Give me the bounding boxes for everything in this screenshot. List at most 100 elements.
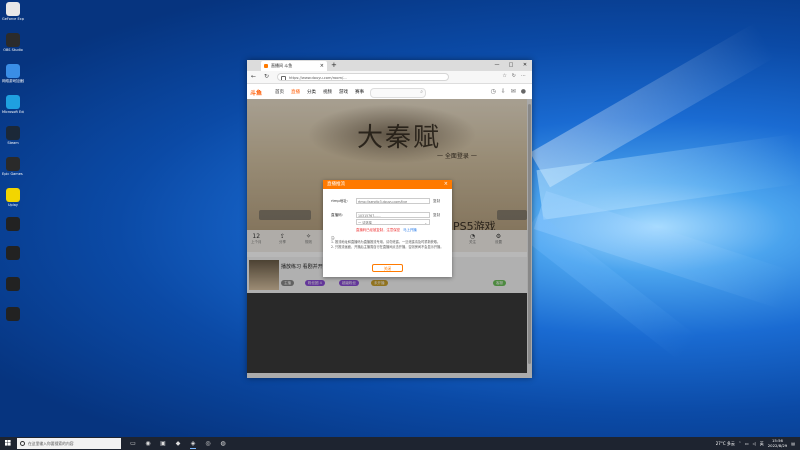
site-favicon-icon xyxy=(264,64,268,68)
desktop-icon-label: Uplay xyxy=(8,203,18,207)
nav-item-esports[interactable]: 赛事 xyxy=(355,89,364,95)
copy-rtmp-button[interactable]: 复制 xyxy=(433,199,440,204)
more-menu-icon[interactable]: ⋯ xyxy=(521,73,526,79)
start-button[interactable] xyxy=(5,440,11,446)
chevron-down-icon: ⌄ xyxy=(424,221,427,225)
close-icon[interactable]: × xyxy=(444,180,448,189)
window-controls: — □ ✕ xyxy=(490,60,532,71)
app-icon-1[interactable]: GeForce Experience xyxy=(2,2,24,21)
app-icon-5[interactable]: Steam xyxy=(2,126,24,145)
message-icon[interactable]: ✉ xyxy=(511,88,516,95)
tray-chevron-icon[interactable]: ˄ xyxy=(739,441,741,446)
warning-message: 直播码已经被复制，注意保密 马上开播 xyxy=(356,227,417,232)
site-nav-menu: 首页 直播 分类 视频 游戏 赛事 xyxy=(275,89,364,95)
taskbar-apps: ▭ ◉ ▣ ◆ ◈ ◎ ◍ xyxy=(128,439,228,449)
steam-icon[interactable]: ◆ xyxy=(173,439,183,448)
app-icon-2[interactable]: OBS Studio xyxy=(2,33,24,52)
nav-item-live[interactable]: 直播 xyxy=(291,89,300,95)
new-tab-button[interactable]: + xyxy=(331,60,337,71)
clock[interactable]: 15:56 2022/8/29 xyxy=(767,438,788,448)
taskbar-search-input[interactable]: 在这里输入你要搜索的内容 xyxy=(17,438,121,449)
app-icon-7[interactable]: Uplay xyxy=(2,188,24,207)
app-icon-glyph-icon xyxy=(6,33,20,47)
app-icon-6[interactable]: Epic Games Launcher xyxy=(2,157,24,176)
taskbar-search-placeholder: 在这里输入你要搜索的内容 xyxy=(28,441,74,446)
dialog-header: 直播推流 × xyxy=(323,180,452,189)
copy-key-button[interactable]: 复制 xyxy=(433,213,440,218)
lock-icon xyxy=(281,76,286,80)
stream-key-field[interactable]: 10315767…… xyxy=(356,212,430,218)
system-tray: 27°C 多云 ˄ ▭ ◁ 英 15:56 2022/8/29 ▤ xyxy=(716,437,795,450)
refresh-icon[interactable]: ↻ xyxy=(264,73,269,80)
close-dialog-button[interactable]: 关闭 xyxy=(372,264,403,272)
desktop-icon-label: Epic Games Launcher xyxy=(2,172,24,176)
notification-icon[interactable]: ▤ xyxy=(791,441,795,446)
clock-date: 2022/8/29 xyxy=(767,442,788,448)
rtmp-address-field[interactable]: rtmp://sendtc3.douyu.com/live xyxy=(356,198,430,204)
app-icon-glyph-icon xyxy=(6,157,20,171)
dialog-notes: 注: 1. 推流地址和直播码为直播推流专用，请勿泄露，一旦泄露请及时重新获取。 … xyxy=(331,236,446,249)
warning-link[interactable]: 马上开播 xyxy=(403,228,417,232)
tab-bar: 直播间 斗鱼 × + — □ ✕ xyxy=(247,60,532,71)
download-icon[interactable]: ⇩ xyxy=(501,88,506,95)
minimize-button[interactable]: — xyxy=(490,60,504,71)
file-icon-2[interactable] xyxy=(2,246,24,261)
taskbar: 在这里输入你要搜索的内容 ▭ ◉ ▣ ◆ ◈ ◎ ◍ 27°C 多云 ˄ ▭ ◁… xyxy=(0,437,800,450)
back-arrow-icon[interactable]: ← xyxy=(251,73,256,80)
file-icon-3[interactable] xyxy=(2,277,24,292)
file-icon-glyph-icon xyxy=(6,217,20,231)
stream-select[interactable]: 一 请选择 ⌄ xyxy=(356,219,430,225)
nav-item-video[interactable]: 视频 xyxy=(323,89,332,95)
avatar[interactable]: ● xyxy=(521,88,526,95)
obs-icon[interactable]: ◉ xyxy=(143,439,153,448)
site-logo[interactable]: 斗鱼 xyxy=(250,88,262,97)
user-toolbar: ◷ ⇩ ✉ ● xyxy=(490,88,526,95)
browser-toolbar: ☆ ↻ ⋯ xyxy=(502,73,526,79)
sync-icon[interactable]: ↻ xyxy=(512,73,516,79)
search-icon xyxy=(20,441,25,446)
favorite-star-icon[interactable]: ☆ xyxy=(502,73,506,79)
address-bar-row: ← ↻ https://www.douyu.com/room/... ☆ ↻ ⋯ xyxy=(247,71,532,84)
app-icon-3[interactable]: 网络游戏加速器 xyxy=(2,64,24,83)
close-window-button[interactable]: ✕ xyxy=(518,60,532,71)
nav-item-category[interactable]: 分类 xyxy=(307,89,316,95)
nav-item-home[interactable]: 首页 xyxy=(275,89,284,95)
close-tab-icon[interactable]: × xyxy=(320,61,324,71)
file-icon-glyph-icon xyxy=(6,246,20,260)
stream-select-value: 一 请选择 xyxy=(358,221,372,225)
app-icon-glyph-icon xyxy=(6,95,20,109)
url-input[interactable]: https://www.douyu.com/room/... xyxy=(277,73,449,81)
app-icon-4[interactable]: Microsoft Edge xyxy=(2,95,24,114)
uplay-icon[interactable]: ◍ xyxy=(218,439,228,448)
edge-icon[interactable]: ◈ xyxy=(188,439,198,449)
dialog-title: 直播推流 xyxy=(327,182,345,187)
app-icon-glyph-icon xyxy=(6,2,20,16)
tab-title: 直播间 斗鱼 xyxy=(271,63,293,68)
file-icon-glyph-icon xyxy=(6,307,20,321)
rtmp-label: rtmp地址: xyxy=(331,199,349,203)
browser-tab[interactable]: 直播间 斗鱼 × xyxy=(261,61,327,71)
stream-push-dialog: 直播推流 × rtmp地址: rtmp://sendtc3.douyu.com/… xyxy=(323,180,452,277)
maximize-button[interactable]: □ xyxy=(504,60,518,71)
desktop-icon-label: OBS Studio xyxy=(3,48,23,52)
file-explorer-icon[interactable]: ▣ xyxy=(158,439,168,448)
file-icon-1[interactable] xyxy=(2,217,24,232)
desktop-icon-label: GeForce Experience xyxy=(2,17,24,21)
desktop-icon-label: Steam xyxy=(7,141,19,145)
site-search-input[interactable]: ⌕ xyxy=(370,88,426,98)
network-icon[interactable]: ▭ xyxy=(745,441,749,446)
nav-item-game[interactable]: 游戏 xyxy=(339,89,348,95)
note-item: 2. 只推流画面，开播后主播需自行在直播间点击开播，否则房间不会显示开播。 xyxy=(331,244,444,249)
stream-key-label: 直播码: xyxy=(331,213,343,217)
input-method[interactable]: 英 xyxy=(760,441,764,447)
url-text: https://www.douyu.com/room/... xyxy=(289,76,347,80)
app-icon-glyph-icon xyxy=(6,126,20,140)
task-view-icon[interactable]: ▭ xyxy=(128,439,138,448)
search-icon[interactable]: ⌕ xyxy=(420,89,423,95)
weather-widget[interactable]: 27°C 多云 xyxy=(716,441,735,447)
volume-icon[interactable]: ◁ xyxy=(753,441,756,446)
app-icon-glyph-icon xyxy=(6,64,20,78)
file-icon-4[interactable] xyxy=(2,307,24,322)
history-icon[interactable]: ◷ xyxy=(490,88,495,95)
game-icon[interactable]: ◎ xyxy=(203,439,213,448)
